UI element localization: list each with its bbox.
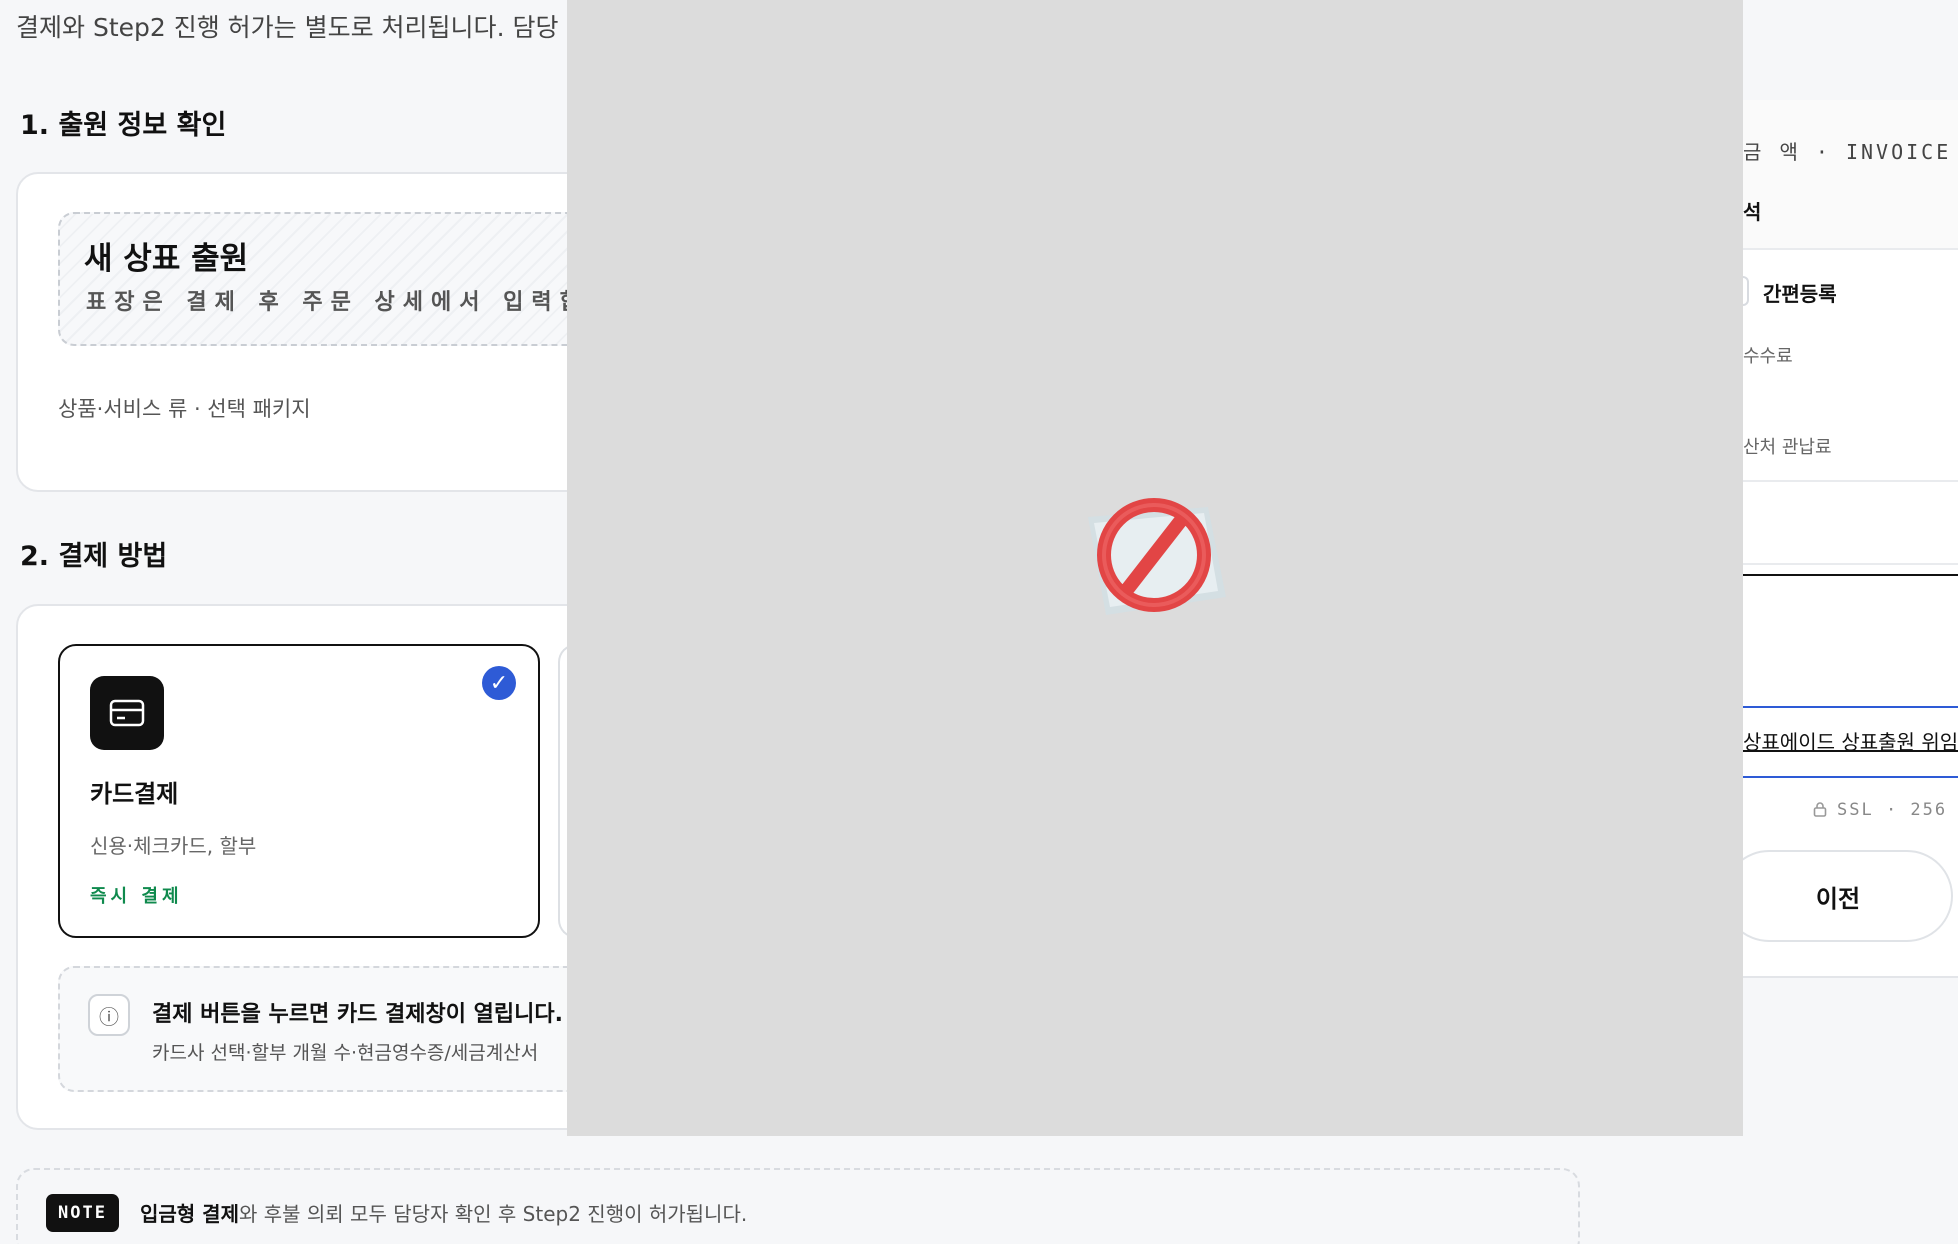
- payment-option-desc: 신용·체크카드, 할부: [90, 834, 257, 858]
- note-badge: NOTE: [46, 1194, 119, 1232]
- ssl-text: SSL · 256: [1837, 800, 1948, 820]
- ssl-notice: SSL · 256: [1813, 800, 1947, 820]
- new-application-title: 새 상표 출원: [84, 241, 249, 277]
- class-package-label: 상품·서비스 류 · 선택 패키지: [58, 397, 311, 421]
- lock-icon: [1813, 802, 1827, 817]
- new-application-subtitle: 표장은 결제 후 주문 상세에서 입력합니다: [86, 290, 645, 315]
- payment-option-card[interactable]: ✓ 카드결제 신용·체크카드, 할부 즉시 결제: [58, 644, 540, 938]
- section-title-payment-method: 2. 결제 방법: [20, 541, 168, 572]
- government-fee-label: 산처 관납료: [1743, 437, 1832, 458]
- credit-card-icon: [90, 676, 164, 750]
- section-title-application-info: 1. 출원 정보 확인: [20, 110, 227, 141]
- simple-registration-label: 간편등록: [1763, 282, 1837, 306]
- payment-option-tag: 즉시 결제: [90, 886, 183, 907]
- invoice-label: 금 액 · INVOICE: [1743, 140, 1952, 164]
- payment-option-name: 카드결제: [90, 780, 179, 808]
- total-divider: [1743, 574, 1958, 576]
- payment-info-title: 결제 버튼을 누르면 카드 결제창이 열립니다.: [152, 1002, 563, 1027]
- note-text-rest: 와 후불 의뢰 모두 담당자 확인 후 Step2 진행이 허가됩니다.: [238, 1202, 748, 1226]
- power-of-attorney-link[interactable]: 상표에이드 상표출원 위임: [1743, 726, 1958, 755]
- summary-header: [1743, 100, 1958, 250]
- previous-button[interactable]: 이전: [1743, 850, 1953, 942]
- fee-label: 수수료: [1743, 346, 1793, 367]
- note-text-bold: 입금형 결제: [140, 1202, 239, 1226]
- selected-check-icon: ✓: [482, 666, 516, 700]
- info-icon: ⓘ: [88, 994, 130, 1036]
- summary-subheading: 석: [1743, 200, 1762, 224]
- order-summary-panel: 금 액 · INVOICE 석 간편등록 수수료 산처 관납료 상표에이드 상표…: [1743, 0, 1958, 1244]
- note-text: 입금형 결제와 후불 의뢰 모두 담당자 확인 후 Step2 진행이 허가됩니…: [140, 1198, 747, 1227]
- payment-info-subtitle: 카드사 선택·할부 개월 수·현금영수증/세금계산서: [152, 1042, 539, 1064]
- note-bar: NOTE 입금형 결제와 후불 의뢰 모두 담당자 확인 후 Step2 진행이…: [16, 1168, 1580, 1244]
- blocked-content-overlay: [567, 0, 1743, 1136]
- simple-registration-chip[interactable]: [1743, 276, 1749, 306]
- divider: [1743, 480, 1958, 482]
- divider: [1743, 563, 1958, 565]
- top-note: 결제와 Step2 진행 허가는 별도로 처리됩니다. 담당: [16, 13, 559, 42]
- blocked-icon: [1080, 491, 1230, 645]
- payment-info-box: ⓘ 결제 버튼을 누르면 카드 결제창이 열립니다. 카드사 선택·할부 개월 …: [58, 966, 618, 1092]
